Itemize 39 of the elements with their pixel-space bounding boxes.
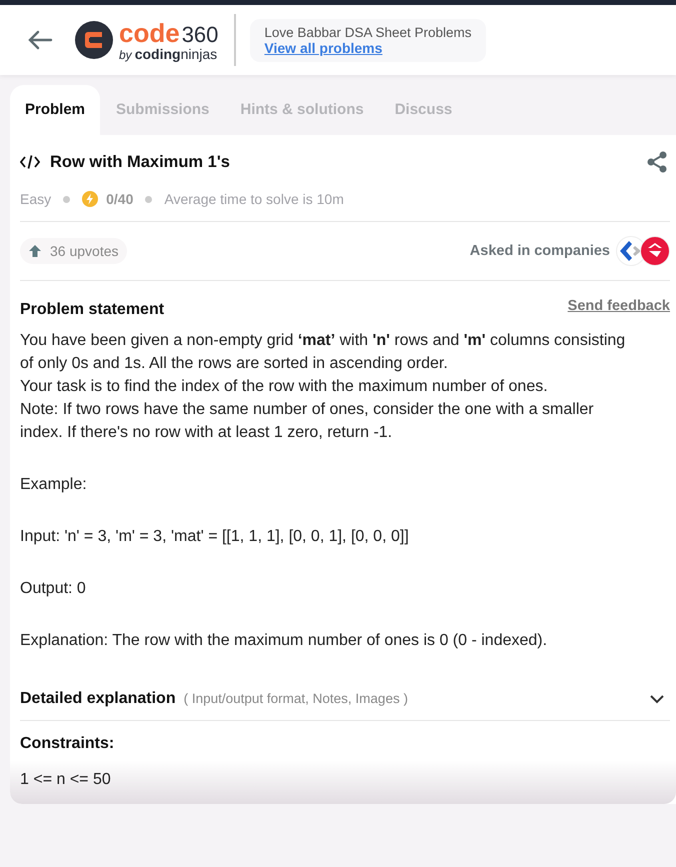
score-text: 0/40 <box>106 191 134 207</box>
example-line: Output: 0 <box>20 579 87 599</box>
logo-brand-text: codingninjas <box>134 46 218 62</box>
chevron-icon[interactable] <box>650 694 664 704</box>
view-all-link[interactable]: View all problems <box>264 40 472 56</box>
details-title: Detailed explanation <box>20 690 176 708</box>
separator-dot <box>63 196 70 202</box>
share-icon[interactable] <box>646 151 668 173</box>
example-line: Example: <box>20 475 88 495</box>
statement-paragraph: Note: If two rows have the same number of ones, consider the one with a smaller index. If there's no row with at least 1 zero, return -1. <box>20 400 595 443</box>
up-arrow-icon <box>28 244 42 258</box>
constraint-line: 1 <= n <= 50 <box>20 771 112 789</box>
example-line: Explanation: The row with the maximum number of ones is 0 (0 - indexed). <box>20 631 548 651</box>
statement-paragraph: Your task is to find the index of the row with the maximum number of ones. <box>20 377 549 397</box>
lightning-icon <box>82 191 98 207</box>
sheet-title: Love Babbar DSA Sheet Problems <box>264 24 472 40</box>
problem-title: Row with Maximum 1's <box>50 152 230 172</box>
company-logo-icon <box>640 236 670 266</box>
code-icon <box>20 155 40 169</box>
send-feedback-link[interactable]: Send feedback <box>568 298 670 314</box>
details-hint: ( Input/output format, Notes, Images ) <box>184 691 408 706</box>
average-time-text: Average time to solve is 10m <box>164 191 344 207</box>
logo-icon <box>75 21 113 59</box>
tab[interactable]: Problem <box>10 85 100 135</box>
companies-label: Asked in companies <box>470 243 610 259</box>
tab[interactable]: Hints & solutions <box>225 85 379 135</box>
constraints-heading: Constraints: <box>20 735 116 753</box>
tab[interactable]: Discuss <box>380 85 468 135</box>
logo-by-text: by <box>119 48 132 62</box>
logo-number-text: 360 <box>182 22 218 46</box>
difficulty-text: Easy <box>20 191 52 207</box>
back-arrow-icon[interactable] <box>27 30 53 50</box>
logo-code-text: code <box>119 18 180 48</box>
tab[interactable]: Submissions <box>101 85 224 135</box>
statement-paragraph: You have been given a non-empty grid ‘mat’ with 'n' rows and 'm' columns consisting of only 0s and 1s. All the rows are sorted in ascending order. <box>20 331 626 374</box>
upvote-button[interactable]: 36 upvotes <box>20 238 126 264</box>
example-line: Input: 'n' = 3, 'm' = 3, 'mat' = [[1, 1, 1], [0, 0, 1], [0, 0, 0]] <box>20 527 410 547</box>
statement-heading: Problem statement <box>20 301 164 319</box>
separator-dot <box>145 196 152 202</box>
